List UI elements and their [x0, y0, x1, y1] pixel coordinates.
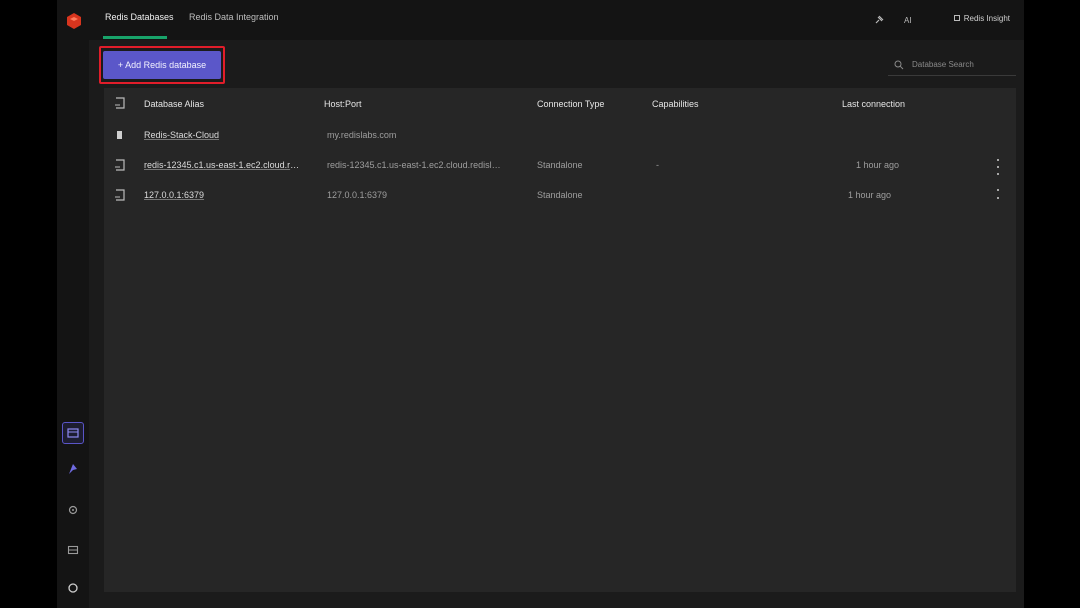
- nav-help-icon[interactable]: [62, 577, 84, 599]
- table-row[interactable]: 127.0.0.1:6379 127.0.0.1:6379 Standalone…: [104, 182, 1016, 212]
- tab-redis-data-integration[interactable]: Redis Data Integration: [189, 12, 279, 22]
- database-alias[interactable]: redis-12345.c1.us-east-1.ec2.cloud.redis…: [144, 160, 304, 170]
- column-database-alias[interactable]: Database Alias: [144, 99, 204, 109]
- redis-cloud-icon: [114, 128, 126, 147]
- connection-type: Standalone: [537, 190, 583, 200]
- column-capabilities[interactable]: Capabilities: [652, 99, 699, 109]
- account-icon: [953, 15, 960, 21]
- tab-redis-databases[interactable]: Redis Databases: [105, 12, 174, 22]
- connection-type: Standalone: [537, 160, 583, 170]
- account-label: Redis Insight: [963, 14, 1010, 23]
- database-host: redis-12345.c1.us-east-1.ec2.cloud.redis…: [327, 160, 502, 170]
- search-icon: [894, 60, 904, 69]
- table-row[interactable]: redis-12345.c1.us-east-1.ec2.cloud.redis…: [104, 152, 1016, 182]
- main-content: + Add Redis database Database Alias Host…: [89, 40, 1024, 608]
- database-table: Database Alias Host:Port Connection Type…: [104, 88, 1016, 592]
- search-input[interactable]: [912, 60, 1012, 69]
- column-host-port[interactable]: Host:Port: [324, 99, 362, 109]
- database-alias[interactable]: Redis-Stack-Cloud: [144, 130, 219, 140]
- add-redis-database-button[interactable]: + Add Redis database: [103, 51, 221, 79]
- ai-assistant-icon[interactable]: AI: [901, 12, 917, 28]
- nav-notifications-icon[interactable]: [62, 539, 84, 561]
- row-actions-icon[interactable]: [994, 159, 1002, 175]
- svg-text:AI: AI: [904, 16, 912, 25]
- database-host: 127.0.0.1:6379: [327, 190, 388, 200]
- nav-rdi-icon[interactable]: [62, 458, 84, 480]
- column-connection-type[interactable]: Connection Type: [537, 99, 604, 109]
- table-header: Database Alias Host:Port Connection Type…: [104, 88, 1016, 120]
- top-bar: Redis Databases Redis Data Integration A…: [89, 0, 1024, 40]
- database-host: my.redislabs.com: [327, 130, 397, 140]
- last-connection: 1 hour ago: [856, 160, 900, 170]
- app-window: Redis Databases Redis Data Integration A…: [57, 0, 1024, 608]
- database-alias[interactable]: 127.0.0.1:6379: [144, 190, 204, 200]
- user-account[interactable]: Redis Insight: [953, 14, 1010, 23]
- database-search: [888, 54, 1016, 76]
- nav-settings-icon[interactable]: [62, 499, 84, 521]
- column-last-connection[interactable]: Last connection: [842, 99, 905, 109]
- last-connection: 1 hour ago: [848, 190, 892, 200]
- active-tab-indicator: [103, 36, 167, 39]
- nav-databases-icon[interactable]: [62, 422, 84, 444]
- table-row[interactable]: Redis-Stack-Cloud my.redislabs.com: [104, 122, 1016, 152]
- redis-logo-icon[interactable]: [65, 11, 83, 31]
- capabilities: -: [656, 160, 659, 170]
- row-actions-icon[interactable]: [994, 189, 1002, 199]
- database-icon: [114, 158, 126, 177]
- database-icon: [114, 188, 126, 207]
- left-nav-rail: [57, 0, 89, 608]
- select-all-checkbox-icon[interactable]: [114, 96, 126, 115]
- pin-icon[interactable]: [871, 12, 887, 28]
